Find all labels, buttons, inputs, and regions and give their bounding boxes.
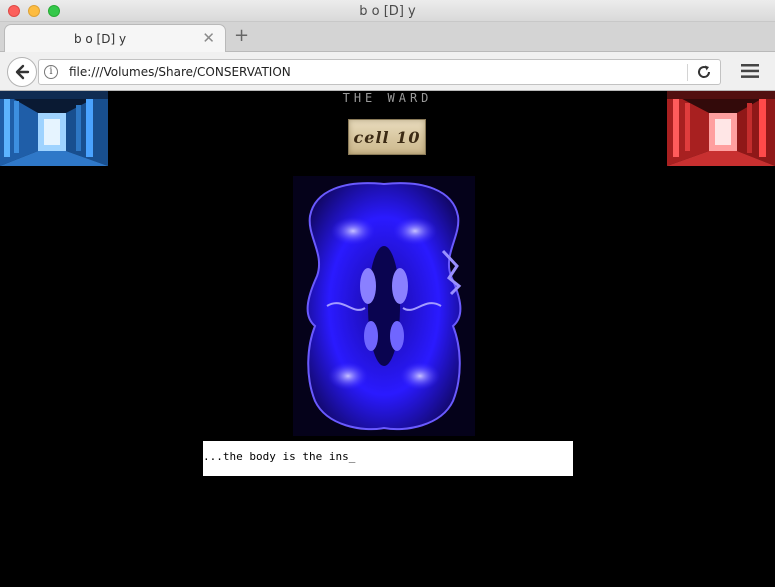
hamburger-menu-icon[interactable]: [739, 61, 761, 81]
url-divider: [687, 64, 688, 81]
window-titlebar: b o [D] y: [0, 0, 775, 22]
typing-text: ...the body is the ins_: [203, 450, 356, 463]
reload-icon[interactable]: [696, 64, 712, 80]
window-title: b o [D] y: [359, 4, 416, 19]
ward-title: THE WARD: [342, 91, 433, 105]
page-content: THE WARD cell 10 ...the body is the ins_: [0, 91, 775, 587]
typing-text-box: ...the body is the ins_: [203, 441, 573, 476]
url-bar[interactable]: i file:///Volumes/Share/CONSERVATION: [38, 59, 721, 85]
tab-bar: b o [D] y ✕ +: [0, 22, 775, 52]
new-tab-icon[interactable]: +: [234, 26, 249, 46]
tab-close-icon[interactable]: ✕: [202, 30, 215, 46]
brain-scan-image: [293, 176, 475, 436]
navigation-toolbar: i file:///Volumes/Share/CONSERVATION: [0, 52, 775, 91]
cell-label-image[interactable]: cell 10: [348, 119, 426, 155]
url-text[interactable]: file:///Volumes/Share/CONSERVATION: [69, 65, 291, 79]
back-button[interactable]: [7, 57, 37, 87]
tab-label: b o [D] y: [73, 32, 127, 46]
back-arrow-icon: [15, 64, 30, 80]
tab-body[interactable]: b o [D] y ✕: [4, 24, 226, 52]
info-icon[interactable]: i: [44, 65, 58, 79]
cell-label-text: cell 10: [353, 127, 421, 147]
